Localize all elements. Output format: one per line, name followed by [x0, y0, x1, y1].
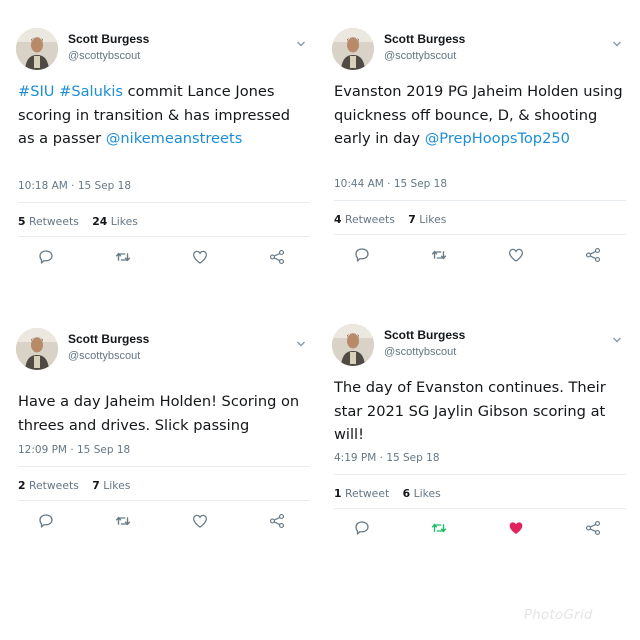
like-label[interactable]: Likes	[419, 213, 446, 226]
chevron-down-icon[interactable]	[612, 330, 622, 343]
reply-icon[interactable]	[352, 518, 372, 538]
author-name[interactable]: Scott Burgess	[384, 32, 465, 46]
like-label[interactable]: Likes	[111, 215, 138, 228]
like-count[interactable]: 7	[92, 479, 100, 492]
tweet-link[interactable]: @nikemeanstreets	[106, 130, 242, 147]
tweet-card[interactable]: Scott Burgess @scottybscout The day of E…	[322, 318, 632, 540]
tweet-text: Evanston 2019 PG Jaheim Holden using qui…	[334, 80, 626, 151]
retweet-count[interactable]: 5	[18, 215, 26, 228]
tweet-card[interactable]: Scott Burgess @scottybscout Have a day J…	[6, 322, 316, 538]
like-icon[interactable]	[506, 518, 526, 538]
retweet-label[interactable]: Retweets	[345, 213, 395, 226]
tweet-link[interactable]: @PrepHoopsTop250	[425, 130, 570, 147]
author-handle[interactable]: @scottybscout	[68, 350, 140, 362]
watermark: PhotoGrid	[524, 608, 593, 623]
avatar[interactable]	[332, 324, 374, 366]
author-handle[interactable]: @scottybscout	[384, 346, 456, 358]
tweet-text: The day of Evanston continues. Their sta…	[334, 376, 626, 447]
retweet-icon[interactable]	[113, 511, 133, 531]
share-icon[interactable]	[583, 245, 603, 265]
author-handle[interactable]: @scottybscout	[384, 50, 456, 62]
share-icon[interactable]	[267, 247, 287, 267]
engagement-counts: 1 Retweet 6 Likes	[334, 487, 626, 500]
chevron-down-icon[interactable]	[296, 334, 306, 347]
share-icon[interactable]	[583, 518, 603, 538]
like-label[interactable]: Likes	[414, 487, 441, 500]
like-count[interactable]: 7	[408, 213, 416, 226]
like-count[interactable]: 6	[403, 487, 411, 500]
tweet-timestamp[interactable]: 12:09 PM · 15 Sep 18	[18, 444, 130, 456]
action-bar	[322, 245, 632, 265]
tweet-text-segment: Have a day Jaheim Holden! Scoring on thr…	[18, 393, 300, 434]
author-name[interactable]: Scott Burgess	[384, 328, 465, 342]
retweet-count[interactable]: 2	[18, 479, 26, 492]
divider	[18, 236, 310, 237]
tweet-link[interactable]: #Salukis	[59, 83, 123, 100]
engagement-counts: 4 Retweets 7 Likes	[334, 213, 626, 226]
tweet-text-segment: The day of Evanston continues. Their sta…	[334, 379, 606, 443]
share-icon[interactable]	[267, 511, 287, 531]
divider	[334, 474, 626, 475]
like-icon[interactable]	[190, 247, 210, 267]
tweet-text: Have a day Jaheim Holden! Scoring on thr…	[18, 390, 310, 437]
retweet-label[interactable]: Retweet	[345, 487, 389, 500]
action-bar	[6, 247, 316, 267]
divider	[18, 202, 310, 203]
tweet-timestamp[interactable]: 10:18 AM · 15 Sep 18	[18, 180, 131, 192]
like-count[interactable]: 24	[92, 215, 107, 228]
retweet-icon[interactable]	[113, 247, 133, 267]
like-icon[interactable]	[506, 245, 526, 265]
divider	[334, 234, 626, 235]
retweet-icon[interactable]	[429, 518, 449, 538]
chevron-down-icon[interactable]	[296, 34, 306, 47]
tweet-card[interactable]: Scott Burgess @scottybscout Evanston 201…	[322, 22, 632, 272]
tweet-text: #SIU #Salukis commit Lance Jones scoring…	[18, 80, 310, 151]
tweet-timestamp[interactable]: 10:44 AM · 15 Sep 18	[334, 178, 447, 190]
divider	[18, 500, 310, 501]
like-icon[interactable]	[190, 511, 210, 531]
engagement-counts: 2 Retweets 7 Likes	[18, 479, 310, 492]
reply-icon[interactable]	[36, 247, 56, 267]
avatar[interactable]	[16, 28, 58, 70]
reply-icon[interactable]	[36, 511, 56, 531]
retweet-label[interactable]: Retweets	[29, 479, 79, 492]
retweet-count[interactable]: 4	[334, 213, 342, 226]
author-name[interactable]: Scott Burgess	[68, 32, 149, 46]
retweet-label[interactable]: Retweets	[29, 215, 79, 228]
divider	[334, 508, 626, 509]
like-label[interactable]: Likes	[103, 479, 130, 492]
reply-icon[interactable]	[352, 245, 372, 265]
action-bar	[322, 518, 632, 538]
tweet-timestamp[interactable]: 4:19 PM · 15 Sep 18	[334, 452, 440, 464]
divider	[334, 200, 626, 201]
tweet-card[interactable]: Scott Burgess @scottybscout #SIU #Saluki…	[6, 22, 316, 274]
action-bar	[6, 511, 316, 531]
author-name[interactable]: Scott Burgess	[68, 332, 149, 346]
retweet-icon[interactable]	[429, 245, 449, 265]
divider	[18, 466, 310, 467]
author-handle[interactable]: @scottybscout	[68, 50, 140, 62]
engagement-counts: 5 Retweets 24 Likes	[18, 215, 310, 228]
retweet-count[interactable]: 1	[334, 487, 342, 500]
chevron-down-icon[interactable]	[612, 34, 622, 47]
tweet-link[interactable]: #SIU	[18, 83, 54, 100]
avatar[interactable]	[332, 28, 374, 70]
avatar[interactable]	[16, 328, 58, 370]
